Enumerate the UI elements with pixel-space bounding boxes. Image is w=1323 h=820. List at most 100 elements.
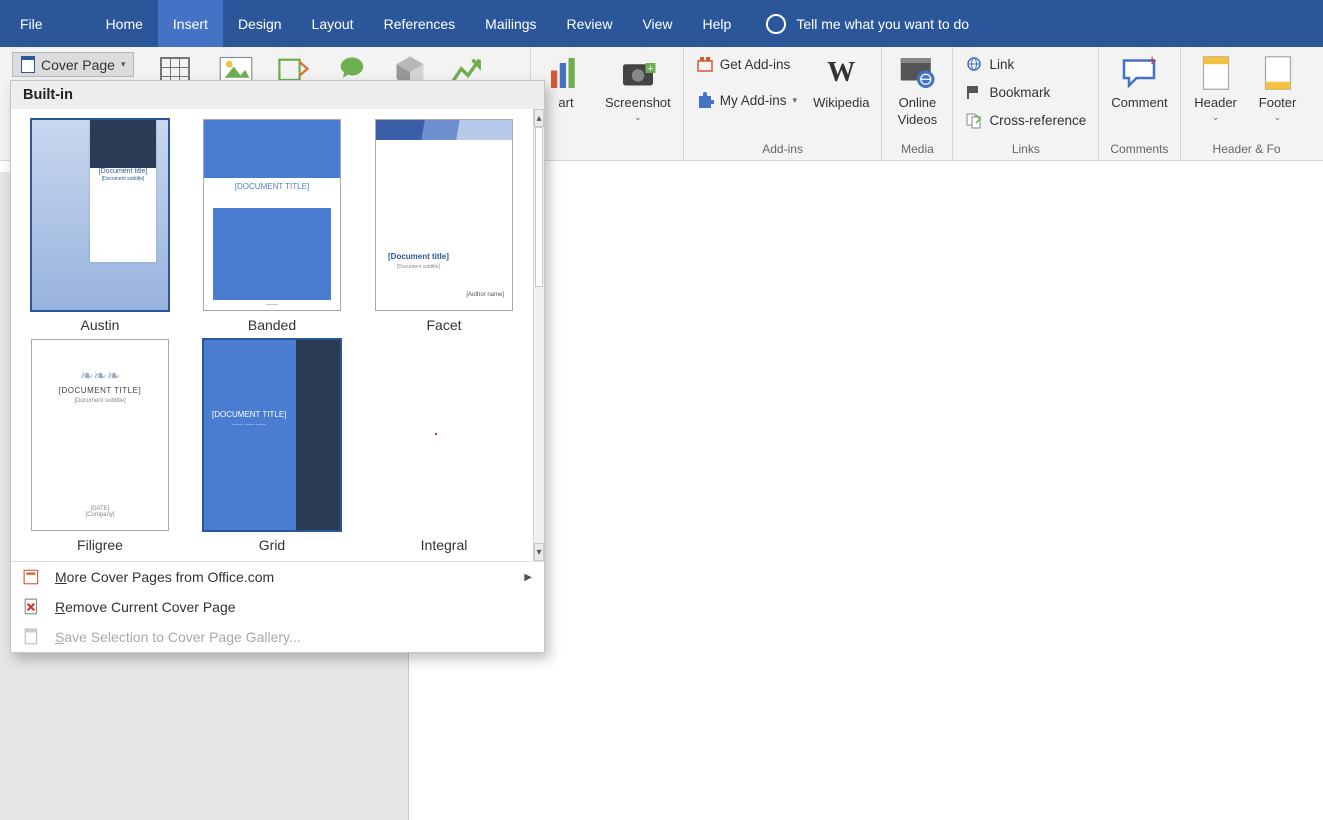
gallery-item-label: Facet — [426, 317, 461, 333]
comment-icon: + — [1119, 53, 1159, 93]
dropdown-section-header: Built-in — [11, 81, 544, 109]
group-label — [605, 140, 608, 158]
svg-text:+: + — [647, 63, 654, 75]
gallery-item-filigree[interactable]: ❧❧❧ [DOCUMENT TITLE] [Document subtitle]… — [25, 339, 175, 553]
remove-icon — [23, 598, 41, 616]
group-headerfooter-label: Header & Fo — [1213, 140, 1281, 158]
tab-insert[interactable]: Insert — [158, 0, 223, 47]
wikipedia-icon: W — [821, 53, 861, 93]
remove-cover-page-label: Remove Current Cover Page — [55, 599, 236, 615]
tab-home[interactable]: Home — [91, 0, 158, 47]
bookmark-icon — [965, 83, 983, 101]
gallery-item-label: Grid — [259, 537, 285, 553]
online-videos-label-2: Videos — [898, 112, 938, 127]
cover-page-gallery: [Document title][Document subtitle] Aust… — [11, 109, 533, 561]
comment-label: Comment — [1111, 95, 1167, 110]
footer-icon — [1258, 53, 1298, 93]
video-icon — [897, 53, 937, 93]
more-cover-pages-label: More Cover Pages from Office.com — [55, 569, 274, 585]
tab-help[interactable]: Help — [688, 0, 747, 47]
screenshot-button[interactable]: + Screenshot ⌄ — [603, 51, 673, 125]
tab-design[interactable]: Design — [223, 0, 297, 47]
header-icon — [1196, 53, 1236, 93]
cover-page-button[interactable]: Cover Page ▾ — [12, 52, 134, 77]
scrollbar-thumb[interactable] — [535, 127, 543, 287]
cross-reference-icon — [965, 111, 983, 129]
tab-layout[interactable]: Layout — [297, 0, 369, 47]
more-cover-pages-item[interactable]: More Cover Pages from Office.com ▶ — [11, 562, 544, 592]
header-label: Header — [1194, 95, 1237, 110]
footer-label: Footer — [1259, 95, 1297, 110]
lightbulb-icon — [766, 14, 786, 34]
puzzle-icon — [696, 91, 714, 109]
screenshot-label: Screenshot — [605, 95, 671, 110]
chevron-down-icon: ⌄ — [634, 112, 642, 123]
tell-me-search[interactable]: Tell me what you want to do — [746, 0, 969, 47]
link-label: Link — [989, 57, 1014, 72]
thumb-integral — [375, 339, 513, 531]
gallery-item-label: Banded — [248, 317, 296, 333]
gallery-item-facet[interactable]: [Document title][Document subtitle] [Aut… — [369, 119, 519, 333]
footer-button[interactable]: Footer ⌄ — [1253, 51, 1303, 125]
scroll-down-button[interactable]: ▾ — [534, 543, 544, 561]
tab-mailings[interactable]: Mailings — [470, 0, 551, 47]
bookmark-button[interactable]: Bookmark — [963, 79, 1088, 105]
office-icon — [23, 568, 41, 586]
thumb-banded: [DOCUMENT TITLE] —— — [203, 119, 341, 311]
gallery-item-austin[interactable]: [Document title][Document subtitle] Aust… — [25, 119, 175, 333]
chevron-down-icon: ▾ — [121, 59, 126, 70]
wikipedia-label: Wikipedia — [813, 95, 869, 110]
cross-reference-label: Cross-reference — [989, 113, 1086, 128]
gallery-scrollbar[interactable]: ▴ ▾ — [533, 109, 544, 561]
comment-button[interactable]: + Comment — [1109, 51, 1169, 112]
group-comments-label: Comments — [1110, 140, 1168, 158]
thumb-austin: [Document title][Document subtitle] — [31, 119, 169, 311]
my-addins-label: My Add-ins — [720, 93, 787, 108]
thumb-facet: [Document title][Document subtitle] [Aut… — [375, 119, 513, 311]
header-button[interactable]: Header ⌄ — [1191, 51, 1241, 125]
link-icon — [965, 55, 983, 73]
tab-review[interactable]: Review — [552, 0, 628, 47]
chart-label-partial: art — [558, 95, 573, 110]
ribbon-tabs: File Home Insert Design Layout Reference… — [0, 0, 1323, 47]
gallery-item-label: Austin — [81, 317, 120, 333]
scroll-up-button[interactable]: ▴ — [534, 109, 544, 127]
get-addins-label: Get Add-ins — [720, 57, 791, 72]
gallery-item-grid[interactable]: [DOCUMENT TITLE]—— —— —— Grid — [197, 339, 347, 553]
tell-me-label: Tell me what you want to do — [796, 16, 969, 32]
gallery-item-banded[interactable]: [DOCUMENT TITLE] —— Banded — [197, 119, 347, 333]
cover-page-dropdown: Built-in [Document title][Document subti… — [10, 80, 545, 653]
svg-text:+: + — [1148, 53, 1157, 70]
chevron-right-icon: ▶ — [524, 572, 532, 583]
link-button[interactable]: Link — [963, 51, 1088, 77]
group-links-label: Links — [1012, 140, 1040, 158]
online-videos-button[interactable]: Online Videos — [892, 51, 942, 129]
cover-page-icon — [21, 56, 35, 73]
thumb-filigree: ❧❧❧ [DOCUMENT TITLE] [Document subtitle]… — [31, 339, 169, 531]
bookmark-label: Bookmark — [989, 85, 1050, 100]
save-selection-item: Save Selection to Cover Page Gallery... — [11, 622, 544, 652]
thumb-grid: [DOCUMENT TITLE]—— —— —— — [203, 339, 341, 531]
online-videos-label-1: Online — [899, 95, 937, 110]
document-page[interactable] — [408, 172, 1323, 820]
tab-file[interactable]: File — [0, 0, 63, 47]
wikipedia-button[interactable]: W Wikipedia — [811, 51, 871, 112]
store-icon — [696, 55, 714, 73]
tab-view[interactable]: View — [627, 0, 687, 47]
get-addins-button[interactable]: Get Add-ins — [694, 51, 799, 77]
group-media-label: Media — [901, 140, 934, 158]
gallery-item-label: Integral — [421, 537, 468, 553]
remove-cover-page-item[interactable]: Remove Current Cover Page — [11, 592, 544, 622]
tab-references[interactable]: References — [369, 0, 471, 47]
save-selection-label: Save Selection to Cover Page Gallery... — [55, 629, 301, 645]
chevron-down-icon: ⌄ — [1212, 112, 1220, 123]
gallery-item-label: Filigree — [77, 537, 123, 553]
save-gallery-icon — [23, 628, 41, 646]
chevron-down-icon: ▾ — [793, 95, 798, 106]
chevron-down-icon: ⌄ — [1274, 112, 1282, 123]
group-addins-label: Add-ins — [762, 140, 803, 158]
gallery-item-integral[interactable]: Integral — [369, 339, 519, 553]
cross-reference-button[interactable]: Cross-reference — [963, 107, 1088, 133]
chart-button-partial[interactable]: art — [541, 51, 591, 112]
my-addins-button[interactable]: My Add-ins ▾ — [694, 87, 799, 113]
